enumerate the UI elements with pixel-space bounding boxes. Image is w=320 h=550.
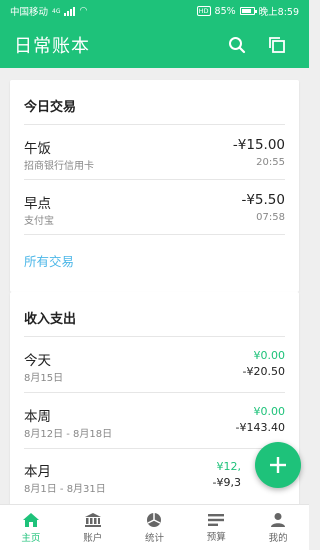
divider	[24, 448, 285, 449]
divider	[24, 124, 285, 125]
network-label: 4G	[52, 7, 61, 15]
status-left: 中国移动 4G ◠	[10, 4, 87, 18]
copy-button[interactable]	[259, 27, 295, 63]
period-date: 8月1日 - 8月31日	[24, 484, 106, 495]
period-expense: -¥9,3	[212, 476, 241, 489]
period-name: 今天	[24, 353, 51, 369]
period-expense: -¥20.50	[242, 365, 285, 378]
nav-label: 账户	[83, 532, 103, 544]
nav-budget[interactable]: 预算	[185, 505, 247, 550]
period-income: ¥0.00	[253, 405, 286, 418]
home-icon	[22, 512, 39, 527]
battery-icon	[239, 7, 257, 15]
transaction-name: 早点	[24, 196, 51, 212]
nav-profile[interactable]: 我的	[247, 505, 309, 550]
period-row-month[interactable]: 本月 8月1日 - 8月31日 ¥12, -¥9,3	[24, 460, 285, 504]
nav-statistics[interactable]: 统计	[124, 505, 186, 550]
search-button[interactable]	[219, 27, 255, 63]
all-transactions-link[interactable]: 所有交易	[24, 251, 74, 270]
signal-icon	[64, 6, 76, 16]
nav-label: 统计	[144, 532, 164, 544]
period-income: ¥0.00	[253, 349, 286, 362]
divider	[24, 392, 285, 393]
transaction-row[interactable]: 早点 支付宝 -¥5.50 07:58	[24, 192, 285, 236]
period-date: 8月12日 - 8月18日	[24, 429, 113, 440]
transaction-name: 午饭	[24, 141, 51, 157]
person-icon	[271, 512, 286, 527]
period-expense: -¥143.40	[235, 421, 285, 434]
transaction-account: 支付宝	[24, 216, 54, 227]
nav-accounts[interactable]: 账户	[62, 505, 124, 550]
transaction-amount: -¥5.50	[241, 192, 285, 208]
clock: 晚上8:59	[258, 7, 299, 18]
period-date: 8月15日	[24, 373, 64, 384]
app-title: 日常账本	[14, 36, 90, 57]
income-expense-title: 收入支出	[24, 312, 77, 327]
divider	[24, 336, 285, 337]
status-bar: 中国移动 4G ◠ HD 85% 晚上8:59	[0, 0, 309, 22]
transaction-account: 招商银行信用卡	[24, 161, 94, 172]
today-transactions-card: 今日交易 午饭 招商银行信用卡 -¥15.00 20:55 早点 支付宝 -¥5…	[10, 80, 299, 292]
nav-home[interactable]: 主页	[0, 505, 62, 550]
period-row-week[interactable]: 本周 8月12日 - 8月18日 ¥0.00 -¥143.40	[24, 405, 285, 449]
nav-label: 我的	[268, 532, 288, 544]
bottom-nav: 主页 账户 统计 预算 我的	[0, 504, 309, 550]
transaction-amount: -¥15.00	[232, 137, 285, 153]
pie-chart-icon	[147, 512, 162, 527]
period-income: ¥12,	[216, 460, 242, 473]
search-icon	[229, 37, 246, 54]
add-transaction-button[interactable]	[255, 442, 301, 488]
plus-icon	[270, 457, 286, 473]
period-name: 本月	[24, 464, 51, 480]
divider	[24, 234, 285, 235]
nav-label: 预算	[206, 531, 226, 543]
transaction-time: 07:58	[256, 212, 285, 223]
period-name: 本周	[24, 409, 51, 425]
today-card-title: 今日交易	[24, 100, 77, 115]
divider	[24, 179, 285, 180]
status-right: HD 85% 晚上8:59	[196, 4, 299, 18]
hd-icon: HD	[196, 6, 211, 16]
content-scroll[interactable]: 今日交易 午饭 招商银行信用卡 -¥15.00 20:55 早点 支付宝 -¥5…	[0, 68, 309, 504]
transaction-time: 20:55	[256, 157, 285, 168]
transaction-row[interactable]: 午饭 招商银行信用卡 -¥15.00 20:55	[24, 137, 285, 181]
app-bar: 日常账本	[0, 22, 309, 68]
battery-percent: 85%	[214, 5, 236, 17]
period-row-today[interactable]: 今天 8月15日 ¥0.00 -¥20.50	[24, 349, 285, 393]
budget-list-icon	[208, 513, 225, 526]
nav-label: 主页	[21, 532, 41, 544]
wifi-icon: ◠	[79, 6, 88, 16]
copy-icon	[269, 37, 285, 53]
carrier-label: 中国移动	[10, 7, 49, 18]
bank-icon	[84, 512, 101, 527]
